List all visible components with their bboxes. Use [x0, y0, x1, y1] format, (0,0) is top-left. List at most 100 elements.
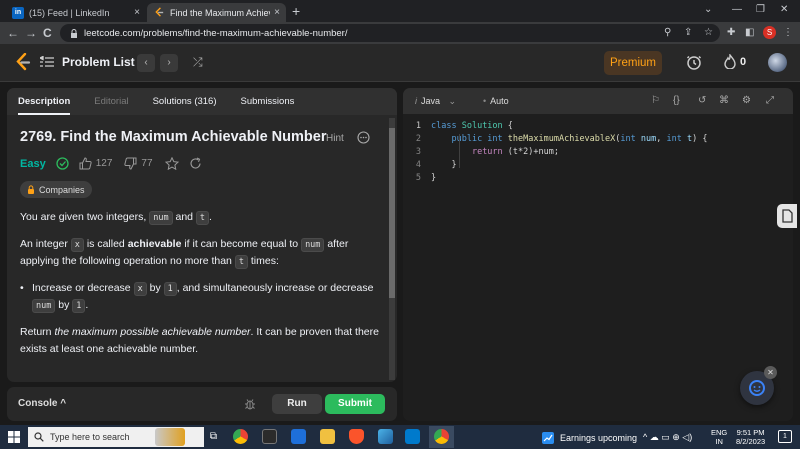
input-language[interactable]: ENG IN — [711, 428, 727, 446]
minimize-button[interactable]: — — [732, 4, 742, 15]
description-scrollbar[interactable] — [389, 118, 395, 380]
punct: } — [451, 160, 457, 170]
forward-button[interactable]: → — [25, 26, 37, 40]
tab-submissions[interactable]: Submissions — [241, 88, 295, 115]
zoom-icon[interactable]: ⚲ — [664, 27, 671, 38]
side-panel-icon[interactable]: ◧ — [745, 27, 754, 38]
vscode-icon[interactable] — [405, 429, 420, 444]
user-avatar[interactable] — [768, 53, 787, 72]
settings-gear-icon[interactable]: ⚙ — [742, 95, 751, 106]
auto-mode[interactable]: • Auto — [483, 96, 509, 106]
back-button[interactable]: ← — [7, 26, 19, 40]
prev-problem-button[interactable]: ‹ — [137, 54, 155, 72]
browser-tab-linkedin[interactable]: in (15) Feed | LinkedIn × — [6, 3, 146, 22]
shuffle-icon[interactable]: ⤮ — [193, 55, 203, 70]
code-text: } — [431, 173, 436, 186]
keyword: class — [431, 121, 457, 131]
side-notes-tab[interactable] — [777, 204, 797, 228]
language-label: Java — [421, 96, 441, 106]
tab-editorial[interactable]: Editorial — [94, 88, 128, 115]
extensions-icon[interactable]: ✚ — [727, 27, 735, 38]
url-bar[interactable]: leetcode.com/problems/find-the-maximum-a… — [60, 24, 720, 42]
code-icon: i — [415, 96, 417, 106]
bookmark-star-icon[interactable]: ☆ — [704, 27, 713, 38]
console-toggle[interactable]: Console ^ — [18, 398, 66, 409]
terminal-icon[interactable] — [262, 429, 277, 444]
problem-description: 2769. Find the Maximum Achievable Number… — [7, 115, 397, 382]
submit-button[interactable]: Submit — [325, 394, 385, 414]
inline-code: t — [195, 211, 210, 225]
param: num — [640, 134, 657, 144]
bookmark-icon[interactable]: ⚐ — [651, 95, 660, 106]
language-select[interactable]: i Java ⌄ — [415, 96, 456, 107]
code-text: } — [431, 160, 457, 173]
app-icon[interactable] — [291, 429, 306, 444]
url-text: leetcode.com/problems/find-the-maximum-a… — [84, 27, 348, 39]
app-icon[interactable] — [378, 429, 393, 444]
premium-button[interactable]: Premium — [604, 51, 662, 75]
close-tab-icon[interactable]: × — [134, 7, 140, 18]
thumbs-down-icon[interactable] — [124, 157, 137, 170]
tab-description[interactable]: Description — [18, 88, 71, 115]
problem-list-link[interactable]: Problem List — [40, 55, 135, 69]
brave-browser-icon[interactable] — [349, 429, 364, 444]
reload-button[interactable]: C — [43, 26, 52, 40]
maximize-button[interactable]: ❐ — [756, 4, 765, 15]
next-problem-button[interactable]: › — [160, 54, 178, 72]
timer-icon[interactable] — [686, 54, 702, 70]
tab-title: Find the Maximum Achievable N — [170, 7, 270, 18]
indent-guide — [459, 134, 460, 168]
close-window-button[interactable]: ✕ — [780, 4, 788, 15]
problem-tabs: Description Editorial Solutions (316) Su… — [7, 88, 397, 115]
solved-check-icon — [56, 157, 69, 170]
leetcode-logo-icon[interactable] — [15, 53, 31, 71]
notification-center-button[interactable]: 1 — [778, 430, 792, 443]
paragraph-definition: An integer x is called achievable if it … — [20, 236, 384, 270]
tab-search-icon[interactable]: ⌄ — [704, 4, 712, 15]
task-view-icon[interactable]: ⧉ — [206, 429, 221, 444]
reset-icon[interactable]: ↺ — [698, 95, 706, 106]
streak-counter[interactable]: 0 — [724, 54, 746, 69]
run-button[interactable]: Run — [272, 394, 322, 414]
more-options-icon[interactable] — [357, 131, 370, 144]
windows-start-icon[interactable] — [8, 431, 20, 443]
keyword: return — [471, 147, 503, 157]
system-tray-icons[interactable]: ^ ☁ ▭ ⊕ ◁) — [643, 432, 692, 443]
favorite-star-icon[interactable] — [164, 157, 179, 170]
tab-solutions[interactable]: Solutions (316) — [153, 88, 217, 115]
chrome-icon[interactable] — [233, 429, 248, 444]
hint-button[interactable]: Hint — [326, 133, 344, 144]
file-explorer-icon[interactable] — [320, 429, 335, 444]
profile-avatar[interactable]: S — [763, 26, 776, 39]
close-icon[interactable]: ✕ — [764, 366, 777, 379]
inline-code: 1 — [163, 282, 177, 296]
companies-tag[interactable]: Companies — [20, 181, 92, 198]
description-panel: Description Editorial Solutions (316) Su… — [7, 88, 397, 382]
search-placeholder: Type here to search — [50, 432, 130, 442]
thumbs-up-icon[interactable] — [79, 157, 92, 170]
editor-header: i Java ⌄ • Auto ⚐ {} ↺ ⌘ ⚙ ⤢ — [403, 88, 793, 114]
refresh-icon[interactable] — [189, 157, 202, 170]
shortcuts-icon[interactable]: ⌘ — [719, 95, 729, 106]
braces-icon[interactable]: {} — [673, 95, 680, 106]
widgets-icon[interactable] — [155, 428, 185, 446]
code-editor[interactable]: 1 class Solution { 2 public int theMaxim… — [403, 114, 793, 186]
leetcode-favicon-icon — [153, 7, 165, 19]
new-tab-button[interactable]: + — [292, 3, 300, 19]
console-label: Console — [18, 398, 58, 409]
text: . — [85, 299, 89, 311]
inline-code: x — [133, 282, 147, 296]
chrome-icon[interactable] — [434, 429, 449, 444]
scrollbar-thumb[interactable] — [389, 128, 395, 298]
news-widget[interactable]: Earnings upcoming — [542, 432, 637, 444]
text: , and simultaneously increase or decreas… — [176, 282, 374, 294]
share-icon[interactable]: ⇪ — [684, 27, 692, 38]
browser-tab-leetcode[interactable]: Find the Maximum Achievable N × — [147, 3, 286, 22]
windows-taskbar: Type here to search ⧉ Earnings upcoming … — [0, 425, 800, 449]
menu-kebab-icon[interactable]: ⋮ — [783, 27, 793, 38]
fullscreen-icon[interactable]: ⤢ — [766, 95, 774, 106]
close-tab-icon[interactable]: × — [274, 7, 280, 18]
debug-bug-icon[interactable] — [244, 398, 256, 410]
italic-text: the maximum possible achievable number — [54, 326, 251, 338]
taskbar-clock[interactable]: 9:51 PM 8/2/2023 — [736, 428, 765, 446]
